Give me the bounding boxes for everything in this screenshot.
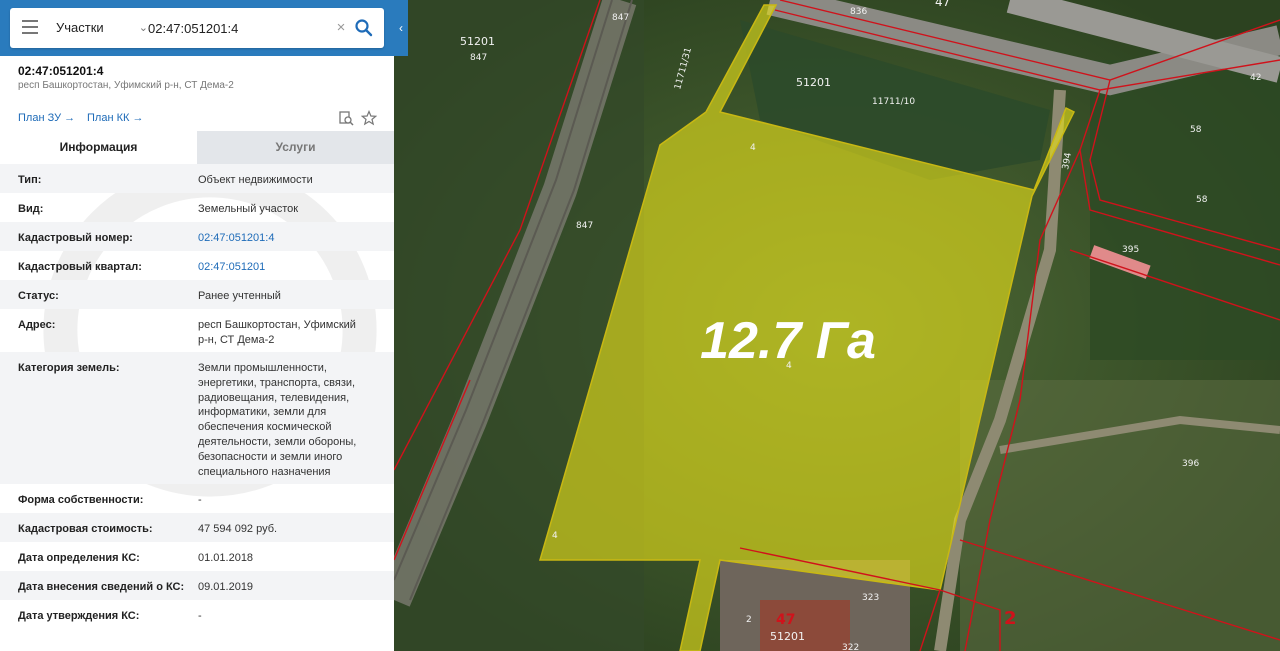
property-row: Категория земель: Земли промышленности, … (0, 352, 394, 484)
tab-services[interactable]: Услуги (197, 131, 394, 164)
property-row: Дата определения КС: 01.01.2018 (0, 542, 394, 571)
property-row: Адрес: респ Башкортостан, Уфимский р-н, … (0, 309, 394, 352)
map-label: 47 (776, 612, 795, 628)
property-row: Кадастровый квартал: 02:47:051201 (0, 251, 394, 280)
property-row: Кадастровый номер: 02:47:051201:4 (0, 222, 394, 251)
property-row: Вид: Земельный участок (0, 193, 394, 222)
property-key: Вид: (18, 203, 44, 215)
map-label: 322 (842, 643, 859, 651)
object-type-label: Участки (56, 20, 104, 35)
arrow-right-icon: → (64, 112, 76, 124)
map-label: 395 (1122, 245, 1139, 255)
property-key: Дата утверждения КС: (18, 610, 140, 622)
map-label: 2 (1004, 608, 1017, 629)
map-label: 11711/10 (872, 97, 915, 107)
arrow-right-icon: → (132, 112, 144, 124)
property-key: Кадастровый номер: (18, 232, 133, 244)
property-value: - (198, 610, 202, 622)
map-label: 4 (552, 531, 558, 541)
property-value: респ Башкортостан, Уфимский р-н, СТ Дема… (198, 319, 356, 346)
property-value: - (198, 494, 202, 506)
search-input[interactable] (148, 18, 328, 38)
map-label: 51201 (796, 76, 831, 89)
property-row: Дата внесения сведений о КС: 09.01.2019 (0, 571, 394, 600)
search-icon[interactable] (354, 18, 374, 38)
clear-icon[interactable]: × (334, 18, 348, 38)
search-box: Участки ⌄ × (10, 8, 384, 48)
plan-zu-label: План ЗУ (18, 112, 62, 124)
property-key: Кадастровый квартал: (18, 261, 142, 273)
cad-quarter-link[interactable]: 02:47:051201 (198, 260, 368, 275)
parcel-header: 02:47:051201:4 респ Башкортостан, Уфимск… (0, 56, 394, 130)
tab-bar: Информация Услуги (0, 131, 394, 164)
area-label: 12.7 Га (700, 312, 876, 370)
collapse-panel-icon[interactable]: ‹ (394, 0, 408, 56)
property-key: Адрес: (18, 319, 56, 331)
property-key: Категория земель: (18, 362, 120, 374)
property-key: Форма собственности: (18, 494, 144, 506)
map-label: 4 (750, 143, 756, 153)
map-label: 847 (612, 13, 629, 23)
property-value: 01.01.2018 (198, 552, 254, 564)
property-value: 47 594 092 руб. (198, 523, 278, 535)
property-value: Земельный участок (198, 203, 299, 215)
cad-number-link[interactable]: 02:47:051201:4 (198, 231, 368, 246)
map-label: 51201 (460, 35, 495, 48)
building-roof (760, 600, 850, 651)
map-label: 58 (1196, 195, 1208, 205)
property-value: Ранее учтенный (198, 290, 281, 302)
forest-area-right (1090, 60, 1280, 360)
property-row: Тип: Объект недвижимости (0, 164, 394, 193)
property-key: Тип: (18, 174, 42, 186)
map-label: 323 (862, 593, 879, 603)
property-key: Дата определения КС: (18, 552, 140, 564)
plan-zu-link[interactable]: План ЗУ → (18, 112, 75, 124)
map-label: 58 (1190, 125, 1202, 135)
map-label: 396 (1182, 459, 1199, 469)
property-value: Земли промышленности, энергетики, трансп… (198, 362, 357, 478)
map-label: 2 (746, 615, 752, 625)
star-icon[interactable] (361, 110, 377, 126)
property-value: Объект недвижимости (198, 174, 313, 186)
sidebar-panel: Участки ⌄ × 02:47:051201:4 респ Башкорто… (0, 0, 394, 651)
map-label: 51201 (770, 630, 805, 643)
parcel-address: респ Башкортостан, Уфимский р-н, СТ Дема… (18, 80, 234, 91)
chevron-down-icon: ⌄ (138, 22, 148, 34)
map-label: 847 (470, 53, 487, 63)
object-type-select[interactable]: Участки ⌄ (56, 8, 148, 48)
search-bar: Участки ⌄ × (0, 0, 394, 56)
search-document-icon[interactable] (338, 110, 354, 126)
property-key: Статус: (18, 290, 59, 302)
property-row: Статус: Ранее учтенный (0, 280, 394, 309)
tab-info[interactable]: Информация (0, 131, 197, 164)
property-value: 09.01.2019 (198, 581, 254, 593)
map-label: 42 (1250, 73, 1261, 83)
menu-icon[interactable] (22, 20, 38, 34)
plan-kk-label: План КК (87, 112, 130, 124)
parcel-title: 02:47:051201:4 (18, 64, 104, 78)
property-row: Кадастровая стоимость: 47 594 092 руб. (0, 513, 394, 542)
property-key: Кадастровая стоимость: (18, 523, 153, 535)
property-row: Дата утверждения КС: - (0, 600, 394, 629)
property-key: Дата внесения сведений о КС: (18, 581, 185, 593)
plan-kk-link[interactable]: План КК → (87, 112, 143, 124)
map-label: 836 (850, 7, 867, 17)
map-label: 47 (935, 0, 950, 9)
map-label: 847 (576, 221, 593, 231)
property-list: Тип: Объект недвижимости Вид: Земельный … (0, 164, 394, 629)
property-row: Форма собственности: - (0, 484, 394, 513)
